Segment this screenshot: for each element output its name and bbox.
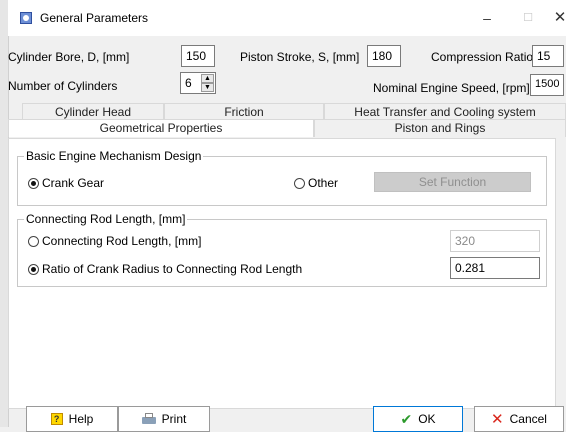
minimize-button[interactable]: – — [472, 8, 502, 28]
rod-length-group-title: Connecting Rod Length, [mm] — [24, 212, 188, 226]
bore-input[interactable]: 150 — [181, 45, 215, 67]
stroke-input[interactable]: 180 — [367, 45, 401, 67]
other-radio-icon — [294, 177, 305, 189]
checkmark-icon: ✔ — [400, 410, 413, 427]
help-button[interactable]: ? Help — [26, 406, 118, 432]
set-function-button[interactable]: Set Function — [374, 172, 531, 192]
compression-input[interactable]: 15 — [532, 45, 564, 67]
ratio-option-label: Ratio of Crank Radius to Connecting Rod … — [42, 262, 303, 276]
rod-length-input[interactable]: 320 — [450, 230, 540, 252]
ratio-radio-icon — [28, 263, 39, 275]
ok-label: OK — [418, 412, 436, 426]
window-title: General Parameters — [40, 11, 149, 25]
help-icon: ? — [50, 413, 63, 425]
cancel-button[interactable]: ✕ Cancel — [474, 406, 564, 432]
other-radio[interactable]: Other — [294, 176, 338, 190]
ratio-radio[interactable]: Ratio of Crank Radius to Connecting Rod … — [28, 262, 302, 276]
compression-label: Compression Ratio — [431, 50, 534, 64]
speed-label: Nominal Engine Speed, [rpm] — [373, 81, 530, 95]
help-label: Help — [68, 412, 94, 426]
ratio-input[interactable]: 0.281 — [450, 257, 540, 279]
bore-label: Cylinder Bore, D, [mm] — [8, 50, 130, 64]
close-button[interactable]: ✕ — [545, 8, 566, 28]
crank-gear-radio[interactable]: Crank Gear — [28, 176, 104, 190]
rod-length-radio[interactable]: Connecting Rod Length, [mm] — [28, 234, 201, 248]
cylinders-label: Number of Cylinders — [8, 79, 118, 93]
rod-length-group: Connecting Rod Length, [mm] Connecting R… — [17, 212, 547, 287]
rod-length-option-label: Connecting Rod Length, [mm] — [42, 234, 202, 248]
mechanism-group: Basic Engine Mechanism Design Crank Gear… — [17, 149, 547, 206]
geometrical-properties-panel: Basic Engine Mechanism Design Crank Gear… — [8, 138, 556, 409]
tab-geometrical-properties[interactable]: Geometrical Properties — [8, 119, 314, 137]
title-bar: General Parameters – ☐ ✕ — [8, 0, 566, 36]
crank-gear-radio-icon — [28, 177, 39, 189]
print-button[interactable]: Print — [118, 406, 210, 432]
spin-down-icon[interactable]: ▼ — [201, 83, 214, 92]
app-icon — [20, 12, 32, 24]
crank-gear-label: Crank Gear — [42, 176, 105, 190]
stroke-label: Piston Stroke, S, [mm] — [240, 50, 360, 64]
cancel-x-icon: ✕ — [491, 411, 504, 428]
rod-length-radio-icon — [28, 235, 39, 247]
cylinders-value: 6 — [185, 76, 192, 90]
ok-button[interactable]: ✔ OK — [373, 406, 463, 432]
cancel-label: Cancel — [509, 412, 547, 426]
other-label: Other — [308, 176, 339, 190]
tab-piston-and-rings[interactable]: Piston and Rings — [314, 119, 566, 137]
printer-icon — [141, 413, 156, 425]
print-label: Print — [161, 412, 187, 426]
speed-input[interactable]: 1500 — [530, 74, 564, 96]
mechanism-group-title: Basic Engine Mechanism Design — [24, 149, 204, 163]
spin-up-icon[interactable]: ▲ — [201, 74, 214, 83]
maximize-button[interactable]: ☐ — [513, 8, 543, 28]
